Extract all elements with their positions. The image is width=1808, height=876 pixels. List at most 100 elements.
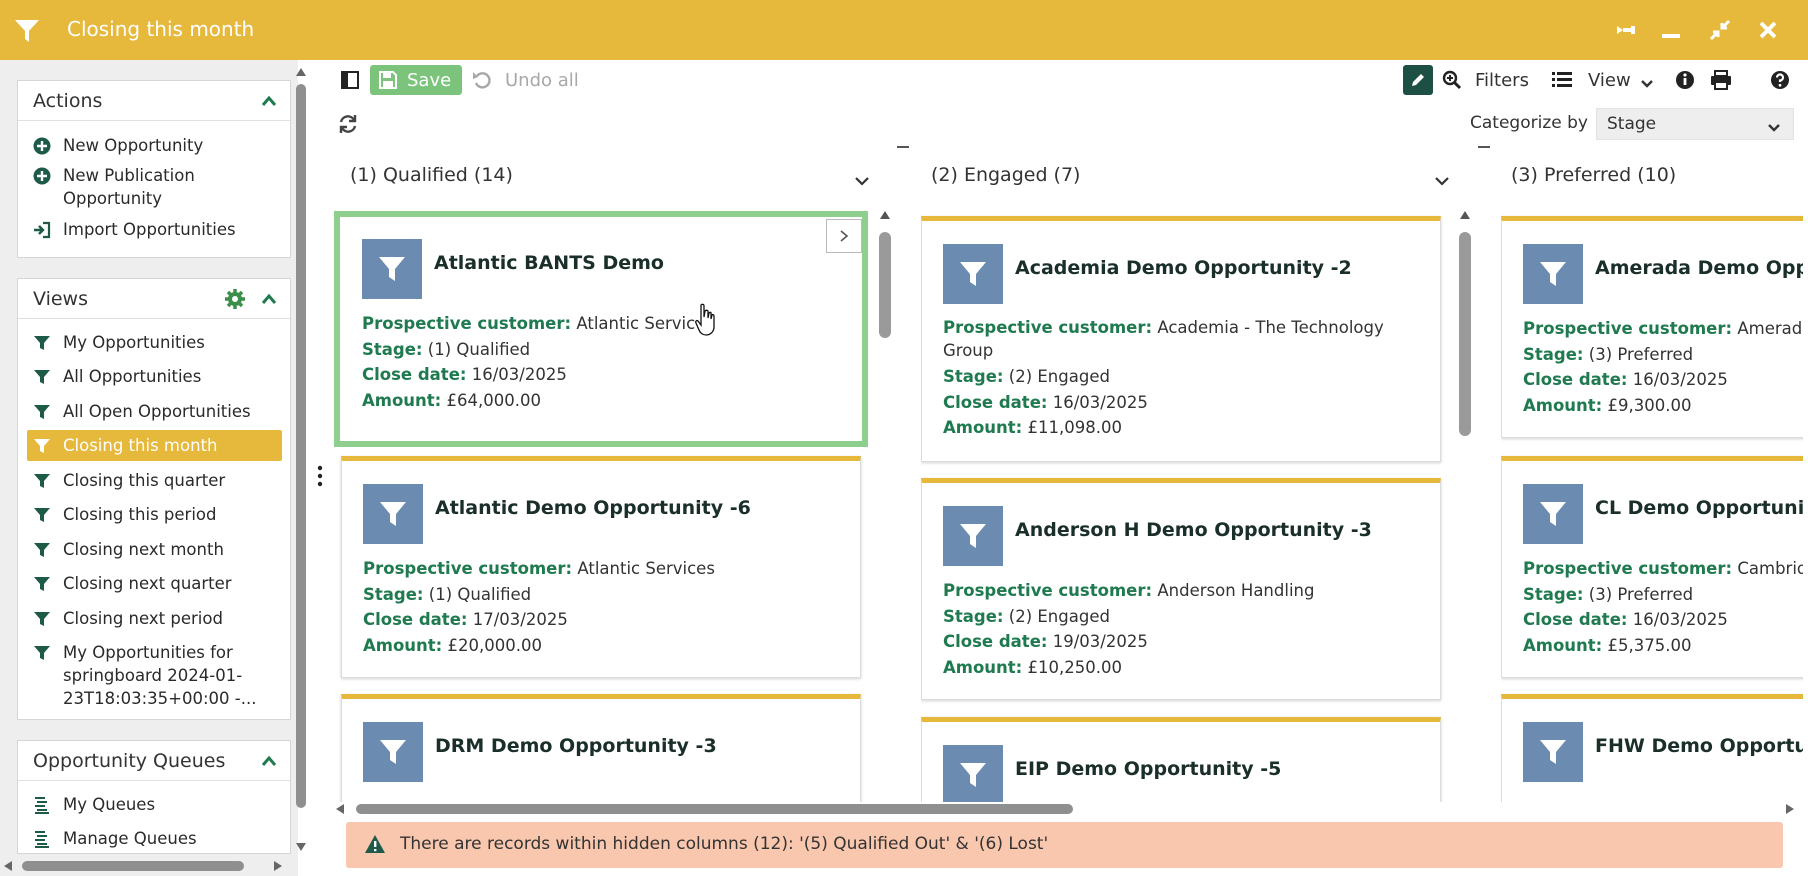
queue-item-my-queues[interactable]: My Queues bbox=[27, 792, 282, 817]
view-item[interactable]: All Open Opportunities bbox=[27, 399, 282, 424]
scroll-thumb[interactable] bbox=[356, 804, 1073, 814]
queue-item-manage-queues[interactable]: Manage Queues bbox=[27, 826, 282, 851]
pencil-icon bbox=[1412, 74, 1424, 86]
field-label: Stage: bbox=[363, 584, 424, 604]
view-label: All Opportunities bbox=[63, 367, 202, 386]
save-button[interactable]: Save bbox=[370, 65, 462, 95]
filters-button[interactable]: Filters bbox=[1440, 65, 1540, 95]
view-label: Closing this quarter bbox=[63, 471, 226, 490]
chevron-up-icon[interactable] bbox=[258, 750, 280, 772]
view-dropdown-button[interactable]: View bbox=[1550, 65, 1658, 95]
view-item[interactable]: Closing this quarter bbox=[27, 468, 282, 493]
opportunity-card[interactable]: Academia Demo Opportunity -2 Prospective… bbox=[921, 216, 1441, 462]
view-item[interactable]: My Opportunities bbox=[27, 330, 282, 355]
view-item[interactable]: My Opportunities for springboard 2024-01… bbox=[27, 640, 282, 710]
field-value: 16/03/2025 bbox=[1632, 610, 1728, 629]
action-import-opportunities[interactable]: Import Opportunities bbox=[27, 217, 282, 241]
info-icon[interactable] bbox=[1672, 67, 1698, 93]
opportunity-card[interactable]: Amerada Demo Opp Prospective customer: A… bbox=[1501, 216, 1803, 438]
lane-scrollbar[interactable] bbox=[1459, 210, 1471, 440]
view-item[interactable]: Closing next quarter bbox=[27, 571, 282, 596]
card-fields: Prospective customer: Amerada Stage: (3)… bbox=[1523, 316, 1803, 418]
field-value: (1) Qualified bbox=[428, 584, 532, 604]
opportunity-card[interactable]: Atlantic BANTS Demo Prospective customer… bbox=[334, 211, 868, 447]
field-label: Stage: bbox=[1523, 344, 1584, 364]
scroll-thumb[interactable] bbox=[879, 232, 891, 338]
filter-icon bbox=[363, 484, 423, 544]
board-horizontal-scrollbar[interactable] bbox=[334, 801, 1796, 817]
minimize-icon[interactable] bbox=[1658, 17, 1684, 43]
gear-icon[interactable] bbox=[224, 288, 246, 310]
field-value: £10,250.00 bbox=[1027, 657, 1123, 677]
field-label: Amount: bbox=[362, 390, 442, 410]
filter-icon bbox=[33, 334, 51, 352]
action-new-publication-opportunity[interactable]: New Publication Opportunity bbox=[27, 163, 282, 209]
opportunity-card[interactable]: Anderson H Demo Opportunity -3 Prospecti… bbox=[921, 478, 1441, 700]
queue-icon bbox=[33, 796, 51, 814]
opportunity-card[interactable]: FHW Demo Opportu bbox=[1501, 694, 1803, 802]
field-value: (2) Engaged bbox=[1008, 367, 1110, 386]
sidebar-vertical-scrollbar[interactable] bbox=[295, 66, 307, 856]
filter-icon bbox=[33, 644, 51, 662]
save-label: Save bbox=[407, 70, 452, 91]
pin-icon[interactable] bbox=[1612, 17, 1638, 43]
refresh-icon[interactable] bbox=[335, 111, 361, 137]
field-value: Cambrid bbox=[1737, 559, 1803, 578]
help-icon[interactable] bbox=[1767, 67, 1793, 93]
chevron-down-icon[interactable] bbox=[1434, 170, 1450, 186]
restore-icon[interactable] bbox=[1707, 17, 1733, 43]
opportunity-card[interactable]: EIP Demo Opportunity -5 bbox=[921, 717, 1441, 802]
field-label: Close date: bbox=[943, 392, 1048, 412]
undo-all-button[interactable]: Undo all bbox=[470, 65, 590, 95]
chevron-up-icon[interactable] bbox=[258, 90, 280, 112]
chevron-up-icon[interactable] bbox=[258, 288, 280, 310]
queue-icon bbox=[33, 830, 51, 848]
field-label: Close date: bbox=[1523, 610, 1628, 629]
list-icon bbox=[1552, 71, 1572, 89]
print-icon[interactable] bbox=[1708, 67, 1734, 93]
field-value: 16/03/2025 bbox=[471, 365, 567, 384]
filter-icon bbox=[362, 239, 422, 299]
column-header-preferred: (3) Preferred (10) bbox=[1511, 160, 1801, 192]
field-value: Atlantic Services bbox=[577, 559, 715, 578]
action-new-opportunity[interactable]: New Opportunity bbox=[27, 133, 282, 157]
lane-scrollbar[interactable] bbox=[879, 210, 891, 450]
filter-icon bbox=[33, 368, 51, 386]
view-item[interactable]: Closing next period bbox=[27, 606, 282, 631]
card-fields: Prospective customer: Atlantic Servic St… bbox=[362, 311, 842, 413]
splitter-handle[interactable] bbox=[313, 464, 327, 488]
resize-tick bbox=[1478, 146, 1490, 148]
field-value: Anderson Handling bbox=[1157, 581, 1315, 600]
action-label: Import Opportunities bbox=[63, 220, 236, 239]
toggle-sidebar-icon[interactable] bbox=[337, 67, 363, 93]
filter-icon bbox=[33, 610, 51, 628]
scroll-thumb[interactable] bbox=[1459, 232, 1471, 436]
view-item[interactable]: Closing this period bbox=[27, 502, 282, 527]
filter-icon bbox=[33, 403, 51, 421]
views-panel: Views My Opportunities All Opportunities… bbox=[17, 278, 291, 720]
close-icon[interactable] bbox=[1755, 17, 1781, 43]
view-item[interactable]: All Opportunities bbox=[27, 364, 282, 389]
actions-panel-header: Actions bbox=[18, 81, 290, 121]
filter-icon bbox=[33, 472, 51, 490]
warning-triangle-icon bbox=[364, 834, 386, 854]
categorize-by-select[interactable]: Stage bbox=[1596, 108, 1794, 140]
queues-panel: Opportunity Queues My Queues Manage Queu… bbox=[17, 740, 291, 854]
view-item[interactable]: Closing next month bbox=[27, 537, 282, 562]
filter-icon bbox=[363, 722, 423, 782]
chevron-down-icon[interactable] bbox=[854, 170, 870, 186]
chevron-down-icon bbox=[1640, 74, 1654, 88]
opportunity-card[interactable]: Atlantic Demo Opportunity -6 Prospective… bbox=[341, 456, 861, 678]
filter-icon bbox=[33, 575, 51, 593]
field-label: Close date: bbox=[1523, 370, 1628, 389]
view-label: Closing next quarter bbox=[63, 574, 232, 593]
view-item-active[interactable]: Closing this month bbox=[27, 430, 282, 461]
edit-mode-button[interactable] bbox=[1403, 65, 1433, 95]
chevron-right-icon[interactable] bbox=[826, 219, 862, 253]
field-value: £5,375.00 bbox=[1607, 635, 1692, 655]
lane-qualified: Atlantic BANTS Demo Prospective customer… bbox=[334, 210, 874, 802]
card-title: Anderson H Demo Opportunity -3 bbox=[1015, 519, 1372, 541]
opportunity-card[interactable]: DRM Demo Opportunity -3 bbox=[341, 694, 861, 802]
sidebar-horizontal-scrollbar[interactable] bbox=[0, 858, 290, 874]
opportunity-card[interactable]: CL Demo Opportuni Prospective customer: … bbox=[1501, 456, 1803, 678]
